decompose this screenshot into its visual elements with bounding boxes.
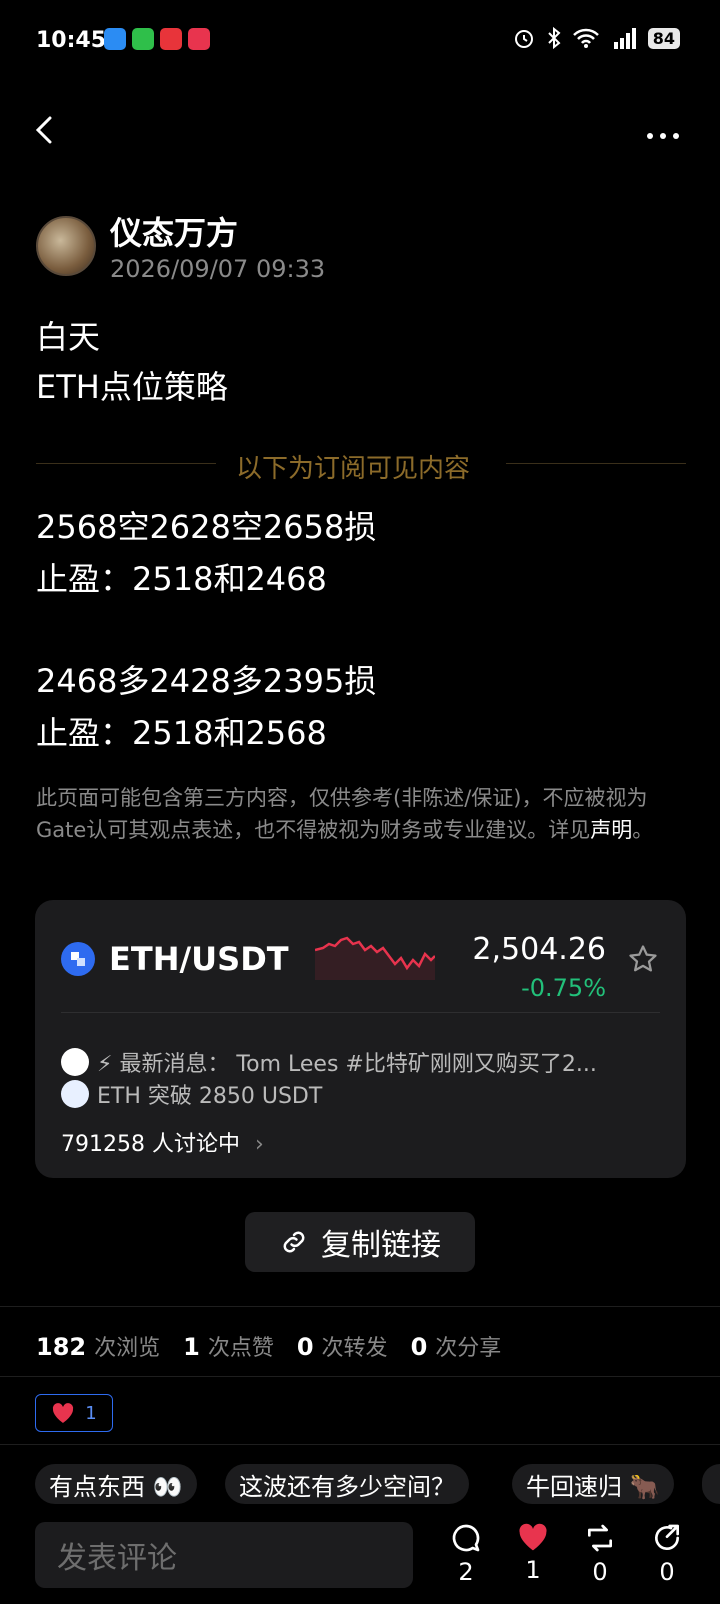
divider-line-left: [36, 463, 216, 464]
chevron-left-icon: [35, 116, 52, 144]
copy-link-label: 复制链接: [321, 1228, 441, 1263]
status-right: 84: [512, 26, 680, 50]
favorite-star-icon[interactable]: [628, 944, 658, 981]
share-icon: [655, 1524, 679, 1551]
comment-icon: [452, 1524, 480, 1552]
comment-placeholder: 发表评论: [57, 1541, 177, 1576]
author-name[interactable]: 仪态万方: [110, 208, 238, 254]
shop-notification-icon: [188, 28, 210, 50]
video-notification-icon: [160, 28, 182, 50]
disclaimer-end: 。: [632, 818, 654, 842]
shares-label: 次分享: [435, 1336, 502, 1361]
discussion-count: 791258 人讨论中: [61, 1132, 240, 1157]
quick-reply-chip[interactable]: 这波还有多少空间？: [225, 1464, 469, 1504]
app-notification-icon: [104, 28, 126, 50]
wifi-icon: [572, 28, 599, 48]
repost-action[interactable]: 0: [575, 1522, 625, 1586]
post-stats: 182 次浏览 1 次点赞 0 次转发 0 次分享: [36, 1330, 517, 1362]
post-body-line: 止盈：2518和2468: [36, 560, 327, 598]
more-dots-icon: [647, 133, 679, 139]
news-source-icon: [61, 1048, 89, 1076]
author-avatar[interactable]: [36, 216, 96, 276]
subscriber-divider-label: 以下为订阅可见内容: [236, 454, 471, 484]
heart-reaction-chip[interactable]: 1: [35, 1394, 113, 1432]
disclaimer: 此页面可能包含第三方内容，仅供参考(非陈述/保证)，不应被视为Gate认可其观点…: [36, 782, 686, 846]
price: 2,504.26: [472, 932, 606, 967]
back-button[interactable]: [28, 110, 64, 150]
quick-reply-chip[interactable]: 有点东西 👀: [35, 1464, 197, 1504]
market-card[interactable]: ETH/USDT 2,504.26 -0.75% ⚡ 最新消息： Tom Lee…: [35, 900, 686, 1178]
price-sparkline: [315, 936, 435, 980]
bluetooth-icon: [548, 26, 561, 50]
share-count: 0: [659, 1558, 675, 1586]
news-text: ETH 突破 2850 USDT: [97, 1084, 323, 1109]
trading-pair: ETH/USDT: [109, 940, 289, 978]
status-bar: 10:45 84: [0, 0, 720, 80]
likes-label: 次点赞: [207, 1336, 274, 1361]
section-divider: [0, 1444, 720, 1445]
heart-filled-icon: [519, 1523, 547, 1551]
chevron-right-icon: ›: [254, 1132, 264, 1157]
quick-reply-chip-partial[interactable]: [702, 1464, 720, 1504]
link-icon: [283, 1231, 305, 1253]
quick-reply-chip[interactable]: 牛回速归 🐂: [512, 1464, 674, 1504]
disclaimer-text: 此页面可能包含第三方内容，仅供参考(非陈述/保证)，不应被视为Gate认可其观点…: [36, 786, 648, 842]
divider-line-right: [506, 463, 686, 464]
disclaimer-statement-link[interactable]: 声明: [590, 818, 632, 842]
notification-icons: [104, 28, 210, 50]
signal-icon: [613, 28, 636, 49]
post-body-line: 2468多2428多2395损: [36, 662, 377, 700]
news-text: ⚡ 最新消息： Tom Lees #比特矿刚刚又购买了2...: [97, 1052, 597, 1077]
reposts-label: 次转发: [321, 1336, 388, 1361]
card-divider: [61, 1012, 660, 1013]
repost-icon: [588, 1524, 612, 1552]
section-divider: [0, 1306, 720, 1307]
post-timestamp: 2026/09/07 09:33: [110, 255, 326, 283]
post-body-line: 2568空2628空2658损: [36, 508, 377, 546]
repost-count: 0: [592, 1558, 608, 1586]
copy-link-button[interactable]: 复制链接: [245, 1212, 475, 1272]
alarm-icon: [514, 30, 533, 48]
price-change: -0.75%: [521, 974, 606, 1002]
post-title-line-1: 白天: [36, 318, 101, 356]
section-divider: [0, 1376, 720, 1377]
more-options-button[interactable]: [646, 114, 680, 149]
comment-input[interactable]: 发表评论: [35, 1522, 413, 1588]
discussion-count-link[interactable]: 791258 人讨论中 ›: [61, 1126, 264, 1158]
share-action[interactable]: 0: [642, 1522, 692, 1586]
status-time: 10:45: [36, 28, 107, 53]
battery-level: 84: [647, 27, 680, 49]
like-action[interactable]: 1: [508, 1522, 558, 1584]
shares-count: 0: [410, 1333, 428, 1361]
views-label: 次浏览: [94, 1336, 161, 1361]
subscriber-divider: 以下为订阅可见内容: [36, 448, 686, 484]
likes-count: 1: [183, 1333, 200, 1361]
reaction-count: 1: [85, 1402, 97, 1424]
post-title-line-2: ETH点位策略: [36, 368, 228, 406]
message-notification-icon: [132, 28, 154, 50]
heart-icon: [53, 1403, 74, 1423]
news-item[interactable]: ETH 突破 2850 USDT: [61, 1078, 322, 1110]
comments-action[interactable]: 2: [441, 1522, 491, 1586]
alert-source-icon: [61, 1080, 89, 1108]
news-item[interactable]: ⚡ 最新消息： Tom Lees #比特矿刚刚又购买了2...: [61, 1046, 597, 1078]
coin-icon: [61, 942, 95, 976]
reposts-count: 0: [296, 1333, 314, 1361]
views-count: 182: [36, 1333, 87, 1361]
post-body-line: 止盈：2518和2568: [36, 714, 327, 752]
like-count: 1: [525, 1556, 541, 1584]
comments-count: 2: [458, 1558, 474, 1586]
